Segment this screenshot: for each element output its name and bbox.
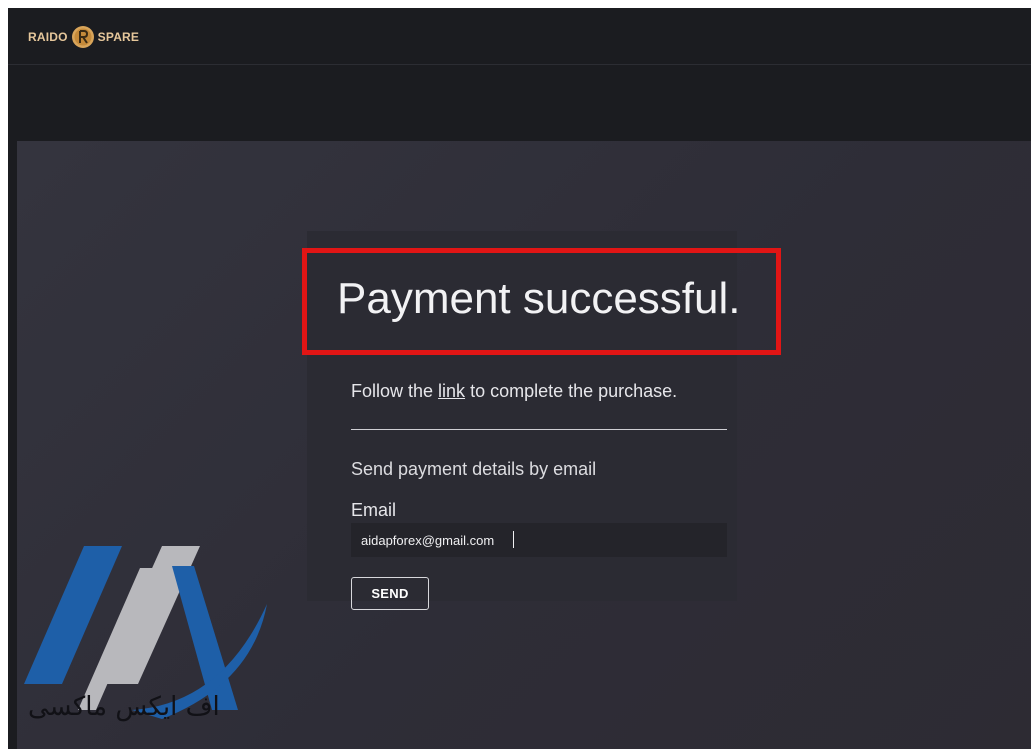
page-title: Payment successful. (337, 274, 741, 323)
email-label: Email (351, 500, 397, 520)
send-details-heading: Send payment details by email (351, 459, 597, 479)
r-coin-icon (71, 26, 94, 48)
logo-text-left: RAIDO (28, 30, 68, 44)
text-caret (513, 531, 514, 548)
send-button[interactable]: SEND (351, 577, 429, 610)
purchase-link[interactable]: link (438, 381, 465, 401)
app-window: RAIDO SPARE Payment successful. Follow t… (8, 8, 1031, 749)
divider (351, 429, 727, 430)
brand-logo[interactable]: RAIDO SPARE (28, 24, 139, 50)
top-bar: RAIDO SPARE (8, 8, 1031, 65)
follow-text-after: to complete the purchase. (465, 381, 678, 401)
follow-text-before: Follow the (351, 381, 439, 401)
email-input[interactable] (351, 523, 727, 557)
logo-text-right: SPARE (97, 30, 140, 44)
watermark-text: اف ایکس ماکسی (28, 692, 220, 722)
follow-instruction: Follow the link to complete the purchase… (351, 381, 677, 402)
